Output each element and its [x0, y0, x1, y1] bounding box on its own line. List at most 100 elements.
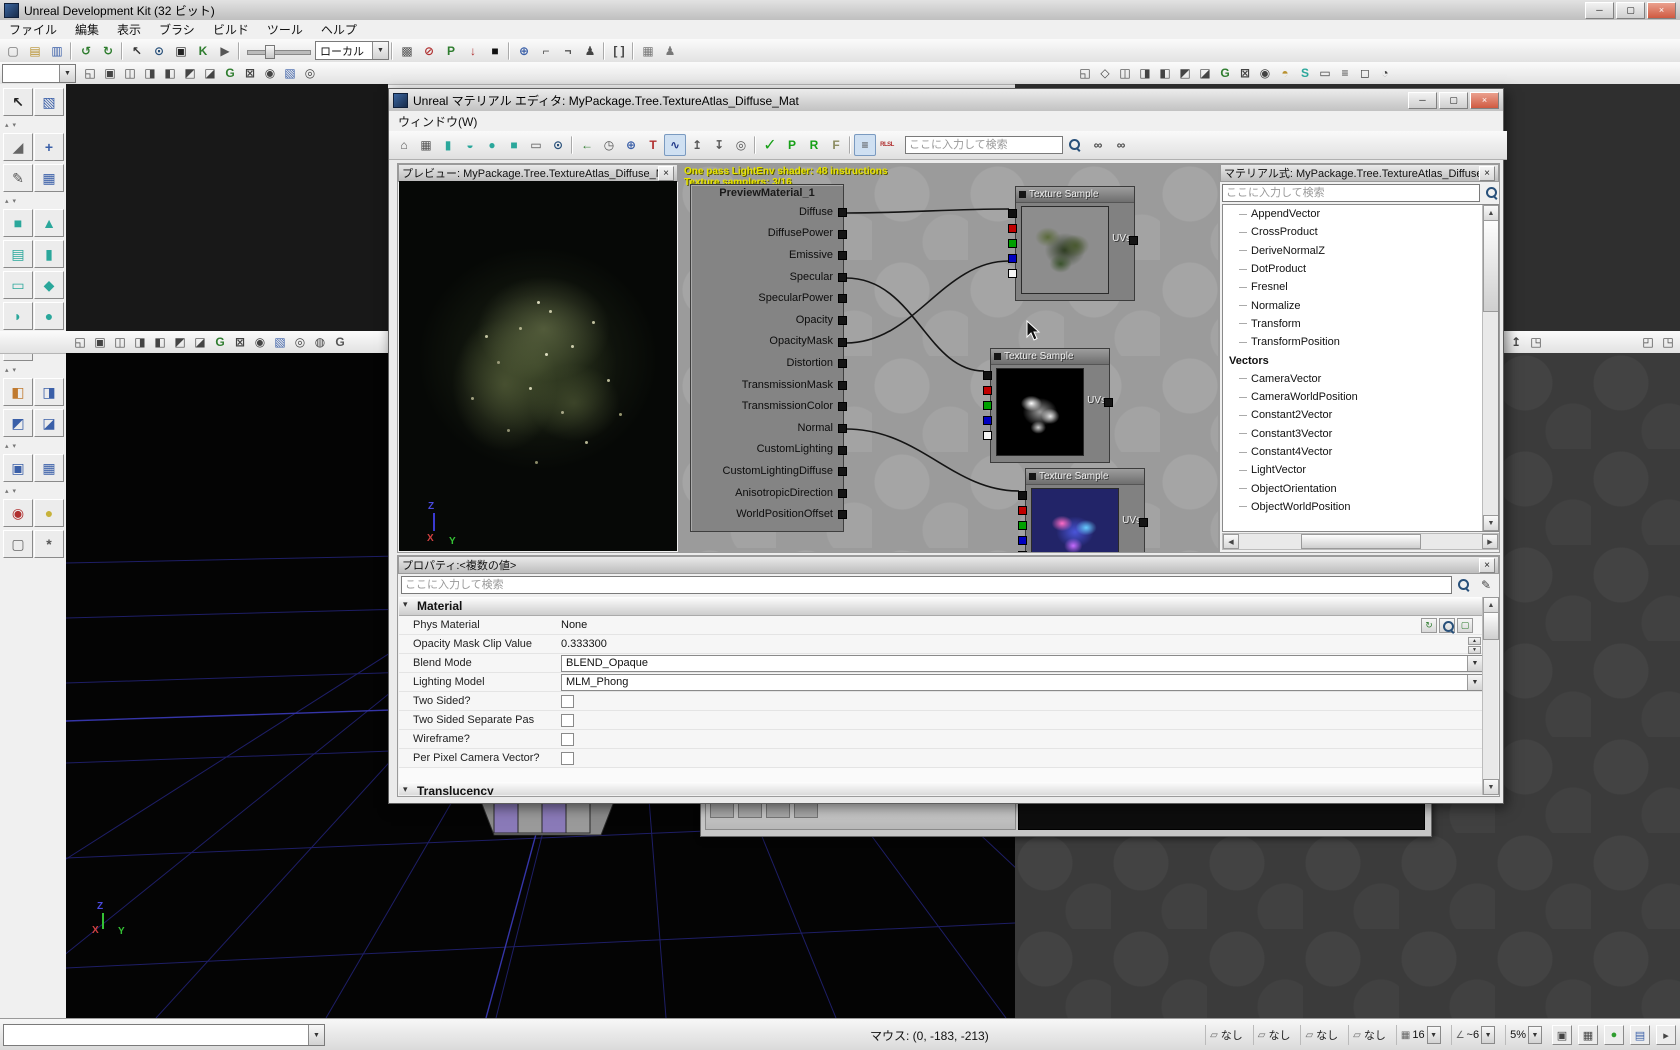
blue-pin[interactable] — [983, 416, 992, 425]
expression-list-item[interactable]: CameraWorldPosition — [1223, 388, 1498, 406]
unlit-mode-icon[interactable]: ◨ — [130, 332, 150, 352]
chevron-down-icon[interactable]: ▼ — [59, 64, 75, 82]
back-icon[interactable]: ← — [576, 134, 598, 156]
scroll-down-icon[interactable]: ▼ — [1483, 515, 1498, 531]
volume-tool[interactable]: ▦ — [34, 164, 64, 192]
game-view-icon[interactable]: G — [1215, 63, 1235, 83]
input-pin[interactable] — [838, 488, 847, 498]
world-properties-icon[interactable]: ⊕ — [513, 40, 535, 62]
brush-view-icon[interactable]: ▧ — [270, 332, 290, 352]
input-pin[interactable] — [838, 229, 847, 239]
csg-add[interactable]: ◧ — [3, 378, 33, 406]
wireframe-mode-icon[interactable]: ◫ — [1115, 63, 1135, 83]
options-tool[interactable]: * — [34, 530, 64, 558]
toolbar-separator[interactable] — [391, 41, 394, 60]
tool-separator[interactable]: ▴▾ — [3, 485, 65, 496]
perspective-icon[interactable]: ◇ — [1095, 63, 1115, 83]
builder-brush-tool[interactable]: ▧ — [34, 88, 64, 116]
section-header-material[interactable]: Material — [399, 597, 1483, 616]
drag-grid-control[interactable]: ▦ 16 ▼ — [1395, 1025, 1445, 1045]
toolbar-separator[interactable] — [508, 41, 511, 60]
search-button[interactable] — [1064, 134, 1086, 156]
scrollbar-thumb[interactable] — [1301, 534, 1421, 549]
brush-cylinder[interactable]: ▮ — [34, 240, 64, 268]
static-mesh-tool[interactable]: ▢ — [3, 530, 33, 558]
scroll-down-icon[interactable]: ▼ — [1483, 779, 1499, 795]
blue-pin[interactable] — [1018, 536, 1027, 545]
texture-thumbnail-normal[interactable] — [1031, 488, 1119, 552]
green-pin[interactable] — [1008, 239, 1017, 248]
input-pin[interactable] — [838, 208, 847, 217]
rgb-pin[interactable] — [983, 371, 992, 380]
lighting-model-dropdown[interactable]: MLM_Phong ▼ — [561, 673, 1483, 691]
lighting-only-icon[interactable]: ◍ — [310, 332, 330, 352]
section-header-translucency[interactable]: Translucency — [399, 782, 1483, 795]
rgb-pin[interactable] — [1018, 491, 1027, 500]
menu-item[interactable]: ファイル — [0, 20, 66, 39]
per-pixel-camera-checkbox[interactable] — [561, 751, 574, 765]
toolbar-separator[interactable] — [238, 41, 241, 60]
toolbar-separator[interactable] — [70, 41, 73, 60]
background-icon[interactable]: ⌂ — [393, 134, 415, 156]
close-icon[interactable]: × — [1479, 557, 1495, 573]
select-inside-tool[interactable]: ▣ — [3, 454, 33, 482]
redo-icon[interactable]: ↻ — [97, 40, 119, 62]
edit-filter-button[interactable]: ✎ — [1476, 575, 1496, 595]
volume-view-icon[interactable]: ◎ — [290, 332, 310, 352]
unlit-mode-icon[interactable]: ◨ — [1135, 63, 1155, 83]
brush-cone[interactable]: ▲ — [34, 209, 64, 237]
vertical-scrollbar[interactable]: ▲ ▼ — [1482, 205, 1498, 531]
expression-search-input[interactable] — [1222, 184, 1480, 202]
coordinate-space-combo[interactable]: ローカル ▼ — [315, 41, 389, 60]
realtime-toggle-icon[interactable]: T — [642, 134, 664, 156]
toolbar-separator[interactable] — [571, 136, 574, 154]
lock-viewport-icon[interactable]: ⊠ — [1235, 63, 1255, 83]
wireframe-checkbox[interactable] — [561, 732, 574, 746]
find-actors-icon[interactable]: ⊙ — [148, 40, 170, 62]
menu-item[interactable]: ヘルプ — [312, 20, 366, 39]
snap-grid-icon[interactable]: ▩ — [396, 40, 418, 62]
use-selected-button[interactable]: ↻ — [1421, 618, 1437, 633]
expression-list-item[interactable]: DeriveNormalZ — [1223, 242, 1498, 260]
building-icon[interactable]: ▦ — [637, 40, 659, 62]
scroll-up-icon[interactable]: ▲ — [1483, 205, 1498, 221]
tool-separator[interactable]: ▴▾ — [3, 364, 65, 375]
status-combo[interactable]: ▼ — [3, 1024, 325, 1046]
realtime-view-icon[interactable]: ◉ — [260, 63, 280, 83]
detail-mode-icon[interactable]: ◩ — [170, 332, 190, 352]
csg-subtract[interactable]: ◨ — [34, 378, 64, 406]
camera-home-icon[interactable]: ◎ — [730, 134, 752, 156]
drop-to-floor-icon[interactable]: ↓ — [462, 40, 484, 62]
realtime-view-icon[interactable]: ◉ — [250, 332, 270, 352]
rotation-snap-control[interactable]: ∠ ~6 ▼ — [1450, 1025, 1500, 1045]
shader-mode-icon[interactable]: ◪ — [1195, 63, 1215, 83]
scroll-up-icon[interactable]: ▲ — [1483, 597, 1499, 613]
pin-viewport-icon[interactable]: ↥ — [1506, 332, 1526, 352]
two-sided-checkbox[interactable] — [561, 694, 574, 708]
brush-sphere[interactable]: ● — [34, 302, 64, 330]
expression-list-item[interactable]: Vectors — [1223, 351, 1498, 369]
grid-toggle-icon[interactable]: ▦ — [415, 134, 437, 156]
viewport-top-left[interactable] — [66, 84, 388, 331]
opacity-clip-value[interactable]: 0.333300 — [561, 638, 607, 650]
input-pin[interactable] — [838, 445, 847, 455]
menu-item[interactable]: ブラシ — [150, 20, 204, 39]
texture-sample-node-mask[interactable]: Texture Sample UVs — [983, 348, 1113, 463]
expression-list-item[interactable]: Normalize — [1223, 296, 1498, 314]
texture-thumbnail-diffuse[interactable] — [1021, 206, 1109, 294]
toolbar-separator[interactable] — [632, 41, 635, 60]
vertical-scrollbar[interactable]: ▲ ▼ — [1482, 597, 1499, 795]
clear-button[interactable]: ▢ — [1457, 618, 1473, 633]
alpha-pin[interactable] — [1008, 269, 1017, 278]
chevron-down-icon[interactable]: ▼ — [1481, 1026, 1496, 1044]
texture-paint-tool[interactable]: ✎ — [3, 164, 33, 192]
zoom-fit-icon[interactable]: ⊙ — [547, 134, 569, 156]
search-button[interactable] — [1482, 183, 1502, 203]
close-icon[interactable]: × — [1479, 165, 1495, 181]
chevron-down-icon[interactable]: ▼ — [1528, 1026, 1542, 1044]
blue-pin[interactable] — [1008, 254, 1017, 263]
save-map-icon[interactable]: ▥ — [46, 40, 68, 62]
fullscreen-icon[interactable]: ◻ — [1355, 63, 1375, 83]
scroll-right-icon[interactable]: ▶ — [1482, 534, 1498, 549]
toolbar-separator[interactable] — [603, 41, 606, 60]
